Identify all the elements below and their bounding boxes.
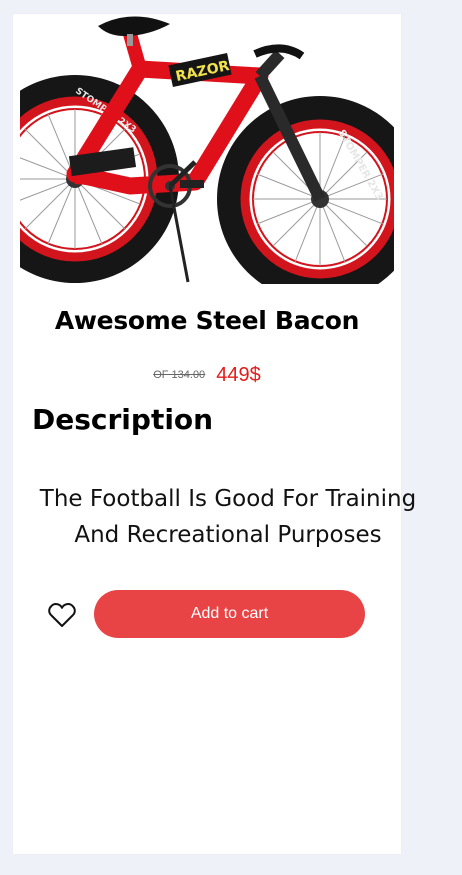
product-description: The Football Is Good For Training And Re… [39,486,417,548]
old-price: OF 134.00 [153,369,206,381]
current-price: 449$ [216,364,261,386]
description-heading: Description [32,403,214,436]
product-card: STOMPER 2X3 STOMPER 2X3 RAZOR Awesome St… [13,14,416,854]
bike-illustration: STOMPER 2X3 STOMPER 2X3 RAZOR [20,14,394,284]
heart-icon [48,603,76,627]
product-image[interactable]: STOMPER 2X3 STOMPER 2X3 RAZOR [20,14,394,284]
price-row: OF 134.00 449$ [13,364,401,387]
wishlist-button[interactable] [47,601,77,629]
add-to-cart-button[interactable]: Add to cart [94,590,365,638]
product-title: Awesome Steel Bacon [54,306,360,335]
